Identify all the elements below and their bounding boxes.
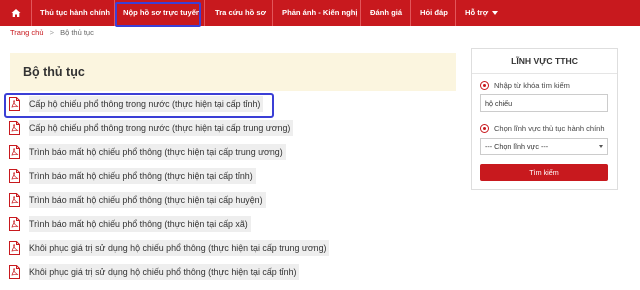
procedure-item[interactable]: Cấp hộ chiếu phổ thông trong nước (thực … <box>0 117 460 140</box>
procedure-link[interactable]: Trình báo mất hộ chiếu phổ thông (thực h… <box>29 144 286 160</box>
pdf-file-icon <box>9 217 20 231</box>
nav-divider <box>204 0 205 26</box>
nav-divider <box>31 0 32 26</box>
breadcrumb-current: Bộ thủ tục <box>60 28 94 37</box>
procedure-link[interactable]: Cấp hộ chiếu phổ thông trong nước (thực … <box>29 120 294 136</box>
top-nav: Thủ tục hành chính Nộp hồ sơ trực tuyến … <box>0 0 640 26</box>
procedure-item[interactable]: Khôi phục giá trị sử dụng hộ chiếu phổ t… <box>0 261 460 284</box>
pdf-file-icon <box>9 241 20 255</box>
nav-divider <box>410 0 411 26</box>
procedure-link[interactable]: Khôi phục giá trị sử dụng hộ chiếu phổ t… <box>29 264 300 280</box>
nav-item-hoi-dap[interactable]: Hỏi đáp <box>420 0 448 26</box>
chevron-down-icon <box>599 145 603 148</box>
keyword-input[interactable] <box>480 94 608 112</box>
procedure-link[interactable]: Trình báo mất hộ chiếu phổ thông (thực h… <box>29 168 256 184</box>
field-select[interactable]: --- Chọn lĩnh vực --- <box>480 138 608 155</box>
search-button[interactable]: Tìm kiếm <box>480 164 608 181</box>
sidebar-filter-panel: LĨNH VỰC TTHC Nhập từ khóa tìm kiếm Chọn… <box>471 48 618 190</box>
pdf-file-icon <box>9 145 20 159</box>
field-label: Chọn lĩnh vực thủ tục hành chính <box>494 124 605 133</box>
breadcrumb-home[interactable]: Trang chủ <box>10 28 44 37</box>
procedure-item[interactable]: Trình báo mất hộ chiếu phổ thông (thực h… <box>0 141 460 164</box>
field-select-value: --- Chọn lĩnh vực --- <box>485 142 549 151</box>
nav-divider <box>360 0 361 26</box>
home-icon[interactable] <box>11 8 21 18</box>
breadcrumb: Trang chủ > Bộ thủ tục <box>10 27 94 39</box>
nav-item-tra-cuu[interactable]: Tra cứu hồ sơ <box>215 0 266 26</box>
procedures-header: Bộ thủ tục <box>10 53 456 91</box>
keyword-radio[interactable] <box>480 81 489 90</box>
nav-item-ho-tro[interactable]: Hỗ trợ <box>465 0 499 26</box>
pdf-file-icon <box>9 121 20 135</box>
nav-divider <box>272 0 273 26</box>
procedure-item[interactable]: Trình báo mất hộ chiếu phổ thông (thực h… <box>0 165 460 188</box>
procedure-link[interactable]: Trình báo mất hộ chiếu phổ thông (thực h… <box>29 192 266 208</box>
breadcrumb-separator: > <box>49 28 54 37</box>
nav-item-thu-tuc[interactable]: Thủ tục hành chính <box>40 0 110 26</box>
procedure-link[interactable]: Khôi phục giá trị sử dụng hộ chiếu phổ t… <box>29 240 330 256</box>
keyword-label: Nhập từ khóa tìm kiếm <box>494 81 570 90</box>
pdf-file-icon <box>9 265 20 279</box>
nav-divider <box>455 0 456 26</box>
sidebar-title: LĨNH VỰC TTHC <box>472 49 617 74</box>
pdf-file-icon <box>9 193 20 207</box>
procedure-item[interactable]: Khôi phục giá trị sử dụng hộ chiếu phổ t… <box>0 237 460 260</box>
nav-item-ho-tro-label: Hỗ trợ <box>465 8 489 17</box>
page-title: Bộ thủ tục <box>23 65 85 79</box>
procedure-item[interactable]: Trình báo mất hộ chiếu phổ thông (thực h… <box>0 213 460 236</box>
procedure-item[interactable]: Trình báo mất hộ chiếu phổ thông (thực h… <box>0 189 460 212</box>
nav-item-danh-gia[interactable]: Đánh giá <box>370 0 402 26</box>
procedure-highlight-box <box>4 93 274 118</box>
chevron-down-icon <box>492 11 499 15</box>
procedure-link[interactable]: Trình báo mất hộ chiếu phổ thông (thực h… <box>29 216 251 232</box>
field-radio[interactable] <box>480 124 489 133</box>
nav-highlight-box <box>115 2 201 27</box>
nav-item-phan-anh[interactable]: Phản ánh - Kiến nghị <box>282 0 358 26</box>
pdf-file-icon <box>9 169 20 183</box>
